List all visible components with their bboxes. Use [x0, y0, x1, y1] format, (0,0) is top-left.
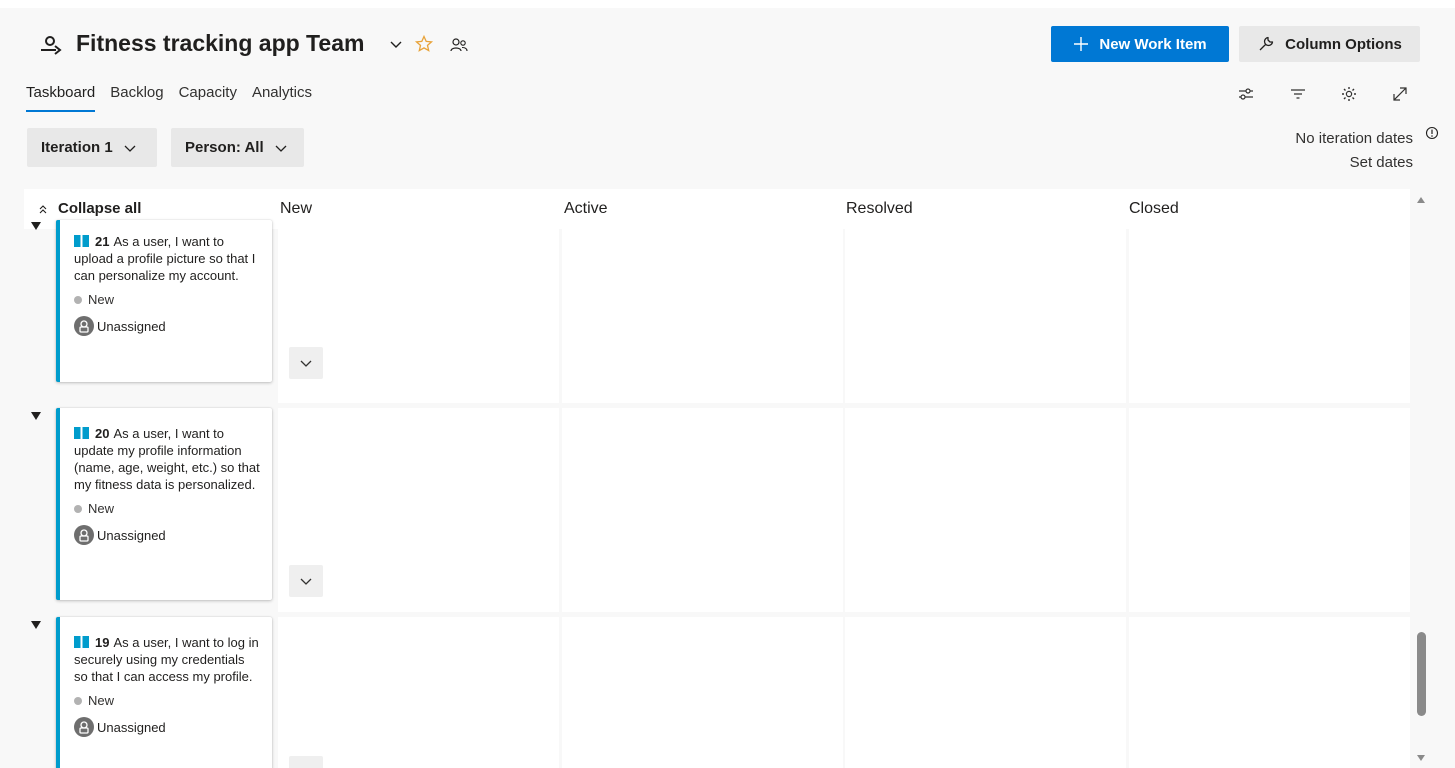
unassigned-avatar-icon — [74, 525, 94, 545]
collapse-all-label: Collapse all — [58, 200, 142, 217]
user-story-icon — [74, 235, 89, 247]
set-dates-link[interactable]: Set dates — [1295, 151, 1413, 175]
expand-triangle-icon[interactable] — [30, 220, 42, 232]
new-work-item-button[interactable]: New Work Item — [1051, 26, 1229, 62]
chevron-down-icon — [275, 145, 287, 152]
card-assignee-label: Unassigned — [97, 318, 166, 334]
unassigned-avatar-icon — [74, 717, 94, 737]
person-value: Person: All — [185, 139, 264, 156]
scroll-down-arrow-icon[interactable] — [1416, 753, 1426, 763]
column-header-closed: Closed — [1129, 200, 1179, 217]
cell-active[interactable] — [562, 228, 843, 403]
cell-closed[interactable] — [1129, 408, 1410, 612]
state-dot — [74, 696, 82, 705]
tab-taskboard[interactable]: Taskboard — [26, 84, 96, 112]
work-item-card[interactable]: 21 As a user, I want to upload a profile … — [56, 220, 272, 382]
expand-icon[interactable] — [1390, 84, 1410, 104]
iteration-dropdown[interactable]: Iteration 1 — [27, 128, 157, 167]
chevron-down-icon — [300, 360, 312, 367]
taskboard-grid: Collapse all New Active Resolved Closed … — [24, 189, 1410, 768]
expand-triangle-icon[interactable] — [30, 410, 42, 422]
card-state-label: New — [88, 693, 115, 708]
card-id: 21 — [95, 234, 110, 249]
expand-triangle-icon[interactable] — [30, 619, 42, 631]
card-id: 20 — [95, 426, 110, 441]
card-assignee[interactable]: Unassigned — [74, 717, 260, 737]
chevron-down-icon[interactable] — [388, 36, 404, 52]
expand-row-button[interactable] — [289, 347, 323, 379]
scroll-up-arrow-icon[interactable] — [1416, 195, 1426, 205]
cell-resolved[interactable] — [845, 408, 1126, 612]
team-icon — [41, 36, 62, 55]
chevron-down-icon — [124, 145, 136, 152]
work-item-card[interactable]: 19 As a user, I want to log in securely u… — [56, 617, 272, 768]
cell-new[interactable] — [278, 617, 559, 768]
card-assignee[interactable]: Unassigned — [74, 525, 260, 545]
card-assignee-label: Unassigned — [97, 527, 166, 543]
people-icon[interactable] — [449, 35, 469, 55]
expand-row-button[interactable] — [289, 756, 323, 768]
cell-active[interactable] — [562, 408, 843, 612]
scrollbar-thumb[interactable] — [1417, 632, 1426, 716]
gear-icon[interactable] — [1339, 84, 1359, 104]
card-assignee[interactable]: Unassigned — [74, 316, 260, 336]
card-state[interactable]: New — [74, 693, 260, 708]
column-header-active: Active — [564, 200, 608, 217]
card-state-label: New — [88, 501, 115, 516]
card-assignee-label: Unassigned — [97, 719, 166, 735]
card-title-block: 19 As a user, I want to log in securely u… — [74, 634, 260, 685]
tab-backlog[interactable]: Backlog — [110, 84, 163, 112]
iteration-value: Iteration 1 — [41, 139, 113, 156]
column-header-new: New — [280, 200, 313, 217]
card-state[interactable]: New — [74, 292, 260, 307]
column-header-resolved: Resolved — [846, 200, 913, 217]
cell-resolved[interactable] — [845, 617, 1126, 768]
board-row: 20 As a user, I want to update my profile… — [24, 408, 1410, 612]
filter-icon[interactable] — [1288, 84, 1308, 104]
card-title-block: 21 As a user, I want to upload a profile … — [74, 233, 260, 284]
view-tabs: Taskboard Backlog Capacity Analytics — [26, 84, 312, 112]
cell-closed[interactable] — [1129, 228, 1410, 403]
iteration-dates: No iteration dates Set dates — [1295, 127, 1413, 175]
user-story-icon — [74, 427, 89, 439]
plus-icon — [1074, 37, 1089, 51]
info-icon[interactable] — [1425, 126, 1439, 140]
column-options-button[interactable]: Column Options — [1239, 26, 1420, 62]
tab-analytics[interactable]: Analytics — [252, 84, 312, 112]
tab-capacity[interactable]: Capacity — [179, 84, 237, 112]
team-title[interactable]: Fitness tracking app Team — [76, 30, 364, 57]
unassigned-avatar-icon — [74, 316, 94, 336]
settings-sliders-icon[interactable] — [1236, 84, 1256, 104]
user-story-icon — [74, 636, 89, 648]
column-options-label: Column Options — [1285, 35, 1402, 53]
double-chevron-up-icon — [39, 204, 47, 213]
wrench-icon — [1259, 36, 1274, 51]
cell-closed[interactable] — [1129, 617, 1410, 768]
board-row: 19 As a user, I want to log in securely u… — [24, 617, 1410, 768]
page-header: Fitness tracking app Team New Work Item … — [0, 22, 1455, 70]
card-state-label: New — [88, 292, 115, 307]
iteration-dates-status: No iteration dates — [1295, 130, 1413, 147]
state-dot — [74, 504, 82, 513]
work-item-card[interactable]: 20 As a user, I want to update my profile… — [56, 408, 272, 600]
cell-active[interactable] — [562, 617, 843, 768]
expand-row-button[interactable] — [289, 565, 323, 597]
card-title-block: 20 As a user, I want to update my profile… — [74, 425, 260, 493]
card-state[interactable]: New — [74, 501, 260, 516]
chevron-down-icon — [300, 578, 312, 585]
star-icon[interactable] — [414, 34, 434, 54]
new-work-item-label: New Work Item — [1099, 35, 1207, 53]
top-strip — [0, 0, 1455, 8]
board-row: 21 As a user, I want to upload a profile … — [24, 220, 1410, 403]
collapse-all-button[interactable]: Collapse all — [38, 200, 141, 217]
cell-resolved[interactable] — [845, 228, 1126, 403]
person-dropdown[interactable]: Person: All — [171, 128, 304, 167]
card-id: 19 — [95, 635, 110, 650]
state-dot — [74, 295, 82, 304]
